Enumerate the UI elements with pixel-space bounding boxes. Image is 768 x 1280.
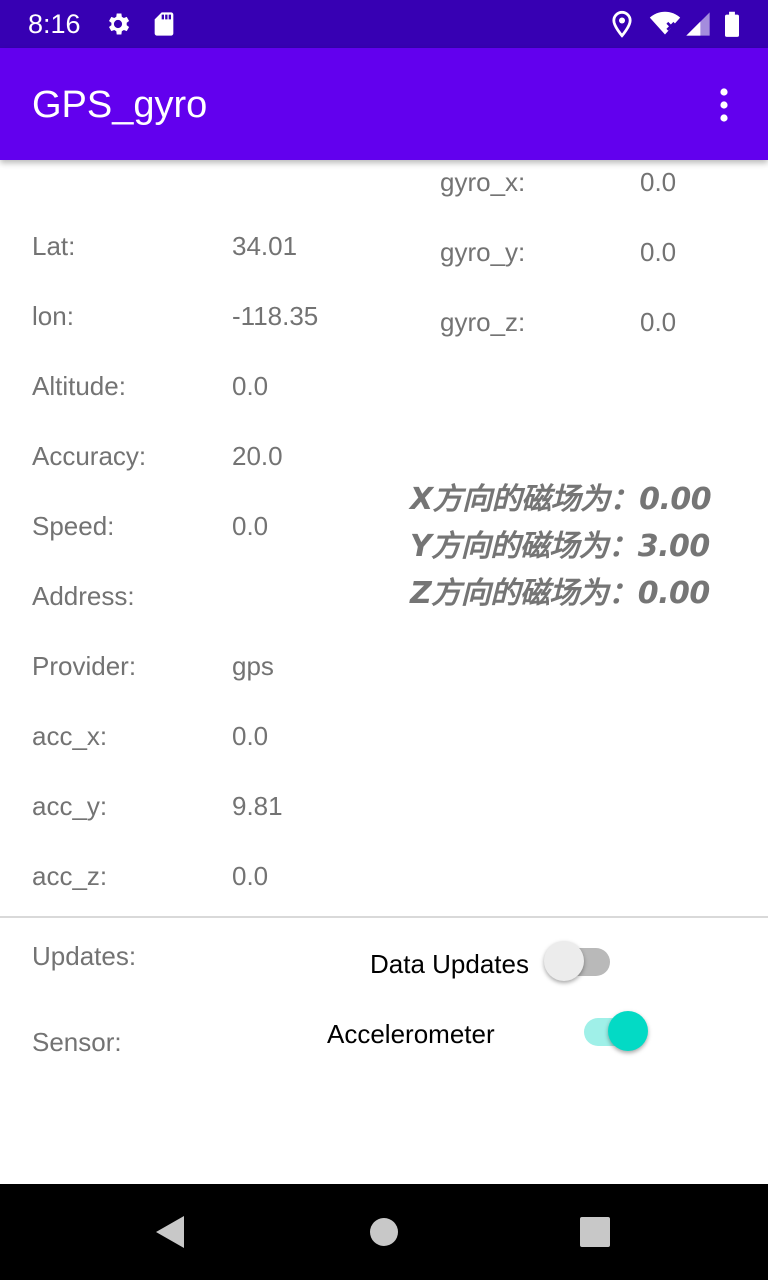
magnetic-z-text: Z方向的磁场为：0.00 — [410, 576, 710, 611]
data-updates-switch-thumb — [544, 941, 584, 981]
gear-icon — [109, 13, 130, 35]
altitude-value: 0.0 — [232, 371, 269, 401]
accelerometer-switch[interactable] — [578, 1008, 652, 1054]
app-title: GPS_gyro — [32, 84, 208, 126]
data-updates-switch-label: Data Updates — [370, 949, 529, 979]
acc-y-value: 9.81 — [232, 791, 283, 821]
data-updates-switch[interactable] — [540, 938, 614, 984]
signal-icon — [686, 12, 710, 36]
provider-label: Provider: — [32, 651, 137, 681]
acc-x-value: 0.0 — [232, 721, 269, 751]
altitude-label: Altitude: — [32, 371, 126, 401]
gyro-x-label: gyro_x: — [440, 167, 526, 197]
app-bar: GPS_gyro — [0, 48, 768, 160]
recents-icon[interactable] — [565, 1202, 625, 1262]
accuracy-value: 20.0 — [232, 441, 283, 471]
acc-z-label: acc_z: — [32, 861, 108, 891]
gyro-x-value: 0.0 — [640, 167, 677, 197]
lon-label: lon: — [32, 301, 74, 331]
home-icon[interactable] — [354, 1202, 414, 1262]
updates-label: Updates: — [32, 941, 137, 971]
gyro-z-value: 0.0 — [640, 307, 677, 337]
lon-value: -118.35 — [232, 301, 319, 331]
magnetic-y-text: Y方向的磁场为：3.00 — [410, 529, 710, 564]
acc-x-label: acc_x: — [32, 721, 108, 751]
lat-value: 34.01 — [232, 231, 298, 261]
gyro-z-label: gyro_z: — [440, 307, 526, 337]
status-time: 8:16 — [28, 9, 81, 39]
address-label: Address: — [32, 581, 135, 611]
accuracy-label: Accuracy: — [32, 441, 147, 471]
back-icon[interactable] — [140, 1202, 200, 1262]
acc-z-value: 0.0 — [232, 861, 269, 891]
magnetic-x-text: X方向的磁场为：0.00 — [410, 482, 712, 517]
accelerometer-switch-thumb — [608, 1011, 648, 1051]
lat-label: Lat: — [32, 231, 76, 261]
sd-card-icon — [154, 12, 174, 36]
battery-icon — [725, 11, 739, 37]
gyro-y-label: gyro_y: — [440, 237, 526, 267]
wifi-icon — [649, 11, 681, 35]
acc-y-label: acc_y: — [32, 791, 108, 821]
location-icon — [612, 10, 632, 38]
accelerometer-switch-label: Accelerometer — [327, 1019, 495, 1049]
speed-label: Speed: — [32, 511, 115, 541]
navigation-bar — [0, 1184, 768, 1280]
divider — [0, 916, 768, 918]
overflow-menu-icon[interactable] — [708, 86, 740, 126]
gyro-y-value: 0.0 — [640, 237, 677, 267]
status-bar: 8:16 — [0, 0, 768, 48]
provider-value: gps — [232, 651, 274, 681]
sensor-label: Sensor: — [32, 1027, 122, 1057]
speed-value: 0.0 — [232, 511, 269, 541]
